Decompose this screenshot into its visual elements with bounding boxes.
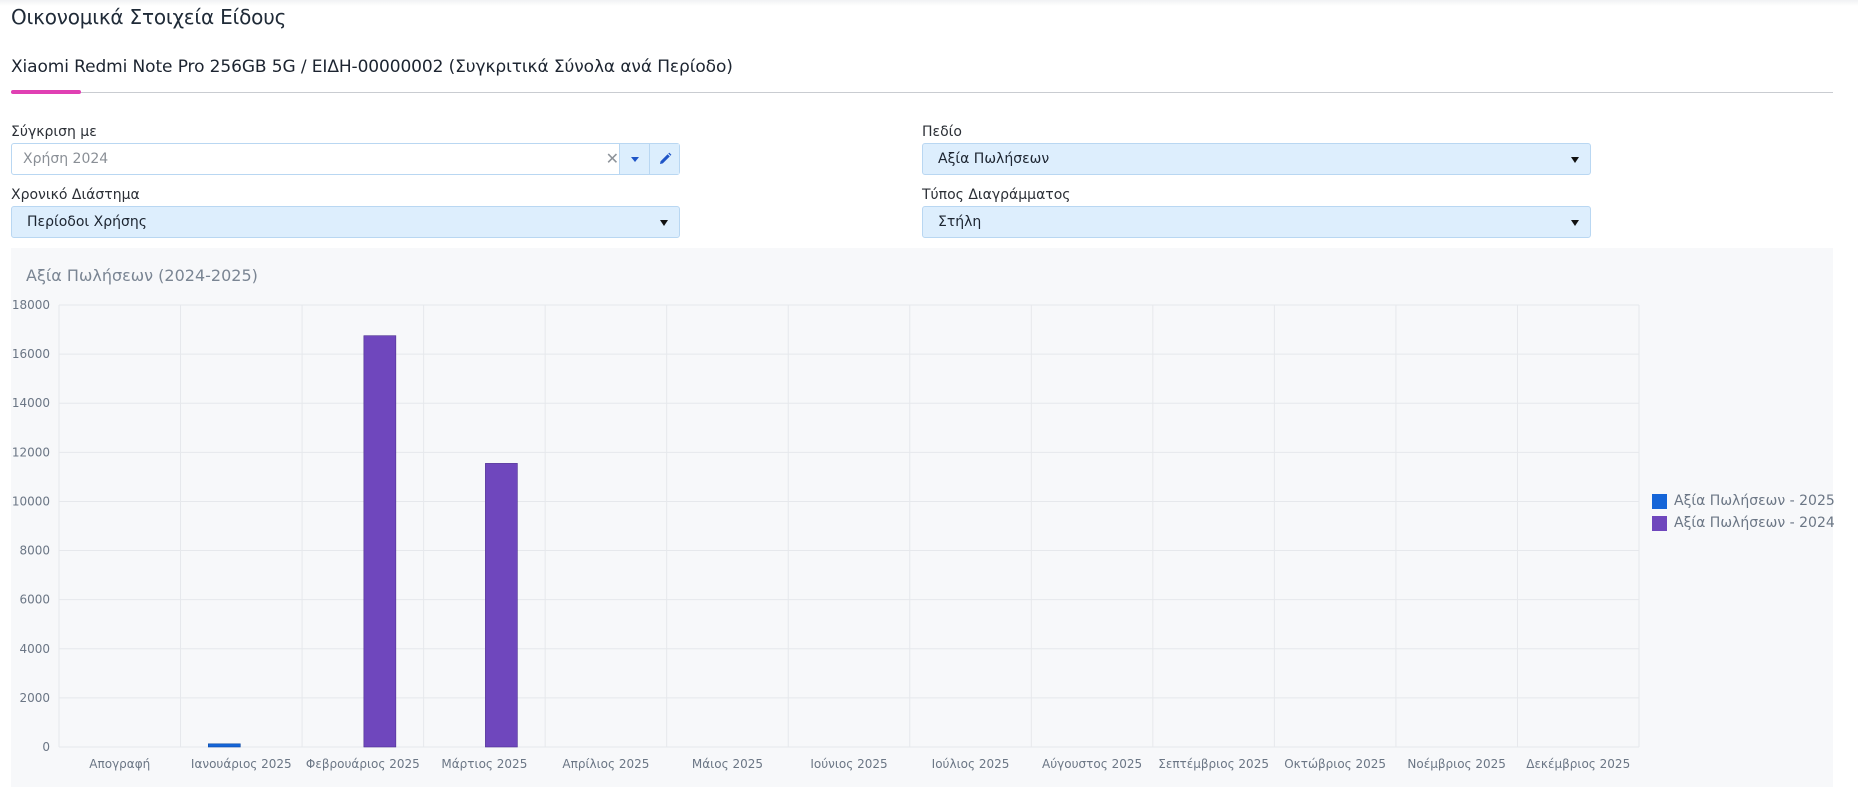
y-tick-label: 18000 [12,298,50,312]
y-tick-label: 12000 [12,445,50,459]
y-tick-label: 10000 [12,494,50,508]
x-tick-label: Ιούνιος 2025 [810,757,887,771]
x-tick-label: Ιούλιος 2025 [932,757,1010,771]
x-tick-label: Απρίλιος 2025 [562,757,649,771]
bar-2024 [363,335,397,748]
legend-label-2024: Αξία Πωλήσεων - 2024 [1674,515,1835,531]
y-tick-label: 2000 [19,691,50,705]
y-tick-label: 6000 [19,593,50,607]
legend-item-2025[interactable]: Αξία Πωλήσεων - 2025 [1652,490,1835,512]
legend-item-2024[interactable]: Αξία Πωλήσεων - 2024 [1652,512,1835,534]
x-tick-label: Μάρτιος 2025 [441,757,527,771]
x-tick-label: Μάιος 2025 [692,757,763,771]
x-tick-label: Αύγουστος 2025 [1042,757,1142,771]
legend-swatch-2025 [1652,493,1667,509]
x-tick-label: Απογραφή [89,757,150,771]
y-tick-label: 16000 [12,347,50,361]
y-tick-label: 0 [42,740,50,754]
bar-2024 [485,463,518,748]
x-tick-label: Φεβρουάριος 2025 [306,757,420,771]
bar-2025 [208,743,241,748]
x-tick-label: Ιανουάριος 2025 [191,757,292,771]
x-tick-label: Νοέμβριος 2025 [1407,757,1506,771]
y-tick-label: 4000 [19,642,50,656]
x-tick-label: Δεκέμβριος 2025 [1526,757,1630,771]
x-tick-label: Σεπτέμβριος 2025 [1158,757,1269,771]
x-tick-label: Οκτώβριος 2025 [1284,757,1386,771]
bar-chart: 0 2000 4000 6000 8000 10000 12000 14000 16000 180… [12,298,1640,771]
y-tick-label: 14000 [12,396,50,410]
legend-swatch-2024 [1652,515,1667,531]
chart-legend: Αξία Πωλήσεων - 2025 Αξία Πωλήσεων - 202… [1652,490,1835,534]
legend-label-2025: Αξία Πωλήσεων - 2025 [1674,493,1835,509]
y-tick-label: 8000 [19,544,50,558]
